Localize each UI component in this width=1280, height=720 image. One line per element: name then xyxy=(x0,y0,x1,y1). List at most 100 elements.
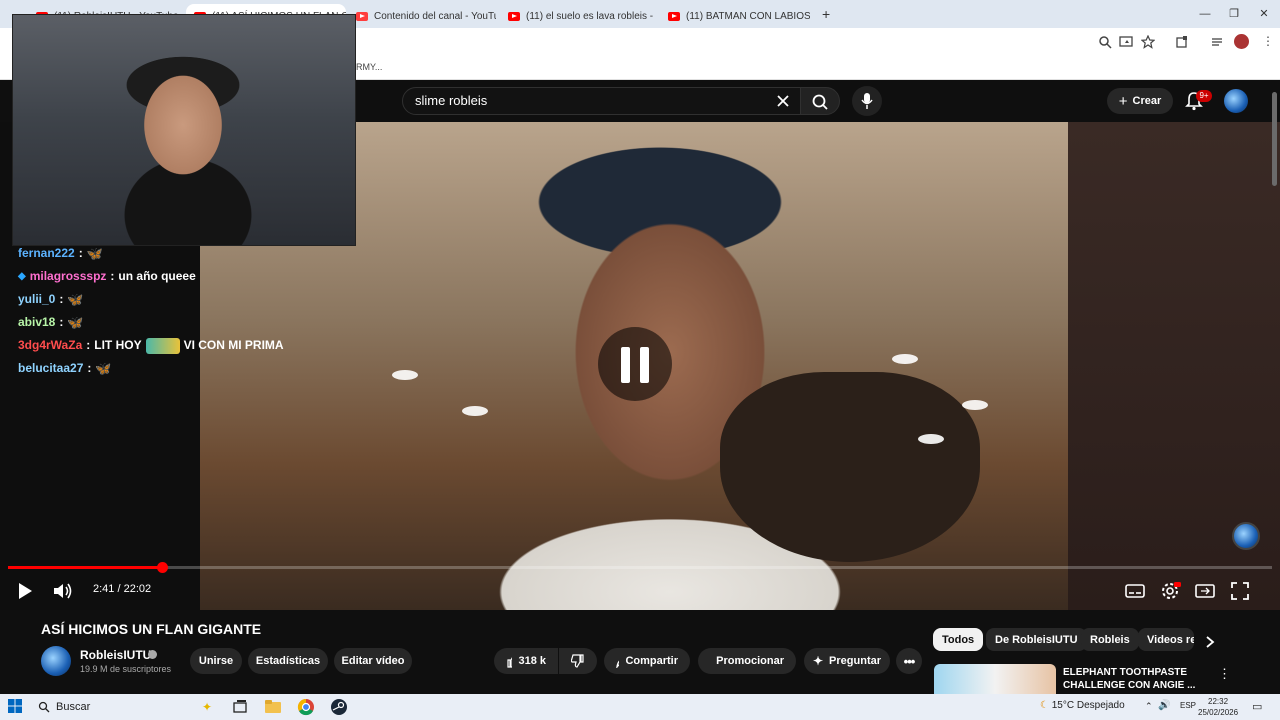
language-indicator[interactable]: ESP xyxy=(1180,701,1196,710)
volume-icon[interactable] xyxy=(51,580,73,602)
webcam-overlay xyxy=(12,14,356,246)
tab-studio[interactable]: Contenido del canal - YouTube ✕ xyxy=(348,4,496,28)
chrome-icon[interactable] xyxy=(296,697,316,717)
create-button[interactable]: + Crear xyxy=(1107,88,1173,114)
chip-todos[interactable]: Todos xyxy=(933,628,984,651)
butterfly-emote-icon: 🦋 xyxy=(67,292,84,307)
close-window-button[interactable]: ✕ xyxy=(1254,6,1274,22)
youtube-icon xyxy=(508,11,520,21)
bookmark-star-icon[interactable] xyxy=(1141,35,1155,49)
chip-channel[interactable]: De RobleisIUTU xyxy=(986,628,1087,651)
share-button[interactable]: Compartir xyxy=(604,648,690,674)
share-arrow-icon xyxy=(616,660,620,668)
reading-list-icon[interactable] xyxy=(1210,35,1224,49)
extensions-icon[interactable] xyxy=(1175,35,1189,49)
tab-lava[interactable]: (11) el suelo es lava robleis - YouTube … xyxy=(500,4,656,28)
chip-robleis[interactable]: Robleis xyxy=(1081,628,1139,651)
youtube-studio-icon xyxy=(356,11,368,21)
create-label: Crear xyxy=(1132,95,1162,107)
edit-video-label: Editar vídeo xyxy=(341,655,405,667)
steam-icon[interactable] xyxy=(329,697,349,717)
play-icon[interactable] xyxy=(14,580,36,602)
chat-text: LIT HOY xyxy=(94,338,142,352)
fullscreen-icon[interactable] xyxy=(1229,580,1251,602)
chat-message: ◆ milagrossspz : un año queee xyxy=(18,265,318,288)
progress-scrubber[interactable] xyxy=(156,562,168,573)
cube-badge-icon: ◆ xyxy=(18,271,26,282)
voice-search-button[interactable] xyxy=(852,86,882,116)
join-button[interactable]: Unirse xyxy=(190,648,242,674)
like-count: 318 k xyxy=(518,655,546,667)
more-horizontal-icon: ••• xyxy=(903,653,916,669)
theater-mode-icon[interactable] xyxy=(1194,580,1216,602)
taskbar-weather[interactable]: ☾ 15°C Despejado xyxy=(1040,700,1125,711)
weather-text: 15°C Despejado xyxy=(1051,700,1125,711)
clear-search-icon[interactable] xyxy=(776,94,790,108)
settings-gear-icon[interactable] xyxy=(1159,580,1181,602)
tab-title: (11) BATMAN CON LABIOS DE xyxy=(686,10,810,22)
recommendation-menu-icon[interactable]: ⋮ xyxy=(1218,666,1231,682)
verified-badge-icon xyxy=(148,650,157,659)
ask-button[interactable]: ✦ Preguntar xyxy=(804,648,890,674)
page-scrollbar[interactable] xyxy=(1272,92,1277,186)
notification-center-icon[interactable]: ▭ xyxy=(1252,700,1262,713)
tab-title: (11) el suelo es lava robleis - YouTube xyxy=(526,10,656,22)
restore-button[interactable]: ❐ xyxy=(1224,6,1244,22)
like-button[interactable]: 318 k xyxy=(494,648,558,674)
chat-message: 3dg4rWaZa : LIT HOY VI CON MI PRIMA xyxy=(18,334,318,357)
ceiling-light xyxy=(892,354,918,364)
dislike-button[interactable] xyxy=(559,648,597,674)
chat-message: yulii_0 : 🦋 xyxy=(18,288,318,311)
chat-username: 3dg4rWaZa xyxy=(18,338,83,352)
butterfly-emote-icon: 🦋 xyxy=(86,246,103,261)
emote-icon xyxy=(145,337,180,354)
channel-name[interactable]: RobleisIUTU xyxy=(80,648,151,662)
task-view-icon[interactable] xyxy=(230,697,250,717)
video-subject xyxy=(720,372,980,562)
search-icon xyxy=(38,701,50,713)
channel-avatar[interactable] xyxy=(41,646,71,676)
stats-label: Estadísticas xyxy=(255,655,321,667)
windows-start-icon[interactable] xyxy=(8,699,22,713)
pause-indicator-icon xyxy=(598,327,672,401)
taskbar-search[interactable]: Buscar ✦ xyxy=(32,696,212,718)
bookmark-item[interactable]: RMY... xyxy=(356,62,382,72)
new-tab-button[interactable]: + xyxy=(822,6,830,22)
progress-bar[interactable] xyxy=(8,566,1272,569)
search-button[interactable] xyxy=(800,87,840,115)
zoom-icon[interactable] xyxy=(1098,35,1112,49)
recommended-video-title[interactable]: ELEPHANT TOOTHPASTE CHALLENGE CON ANGIE … xyxy=(1063,666,1203,692)
taskbar-clock[interactable]: 22:32 25/02/2026 xyxy=(1198,696,1238,718)
file-explorer-icon[interactable] xyxy=(263,697,283,717)
recommended-video-thumbnail[interactable] xyxy=(934,664,1056,694)
channel-watermark-avatar[interactable] xyxy=(1232,522,1260,550)
youtube-icon xyxy=(668,11,680,21)
browser-menu-icon[interactable]: ⋮ xyxy=(1262,34,1274,48)
stats-button[interactable]: Estadísticas xyxy=(248,648,328,674)
chip-related[interactable]: Videos re xyxy=(1138,628,1194,651)
account-avatar[interactable] xyxy=(1224,89,1248,113)
sparkle-icon: ✦ xyxy=(812,654,824,668)
edit-video-button[interactable]: Editar vídeo xyxy=(334,648,412,674)
subtitles-icon[interactable] xyxy=(1124,580,1146,602)
join-label: Unirse xyxy=(198,655,234,667)
cast-icon[interactable] xyxy=(1119,35,1133,49)
butterfly-emote-icon: 🦋 xyxy=(67,315,84,330)
volume-tray-icon[interactable]: 🔊 xyxy=(1158,700,1170,711)
profile-avatar[interactable] xyxy=(1234,34,1249,49)
chat-username: milagrossspz xyxy=(29,269,107,283)
more-actions-button[interactable]: ••• xyxy=(896,648,922,674)
chat-username: yulii_0 xyxy=(18,292,56,306)
thumbs-down-icon xyxy=(571,654,584,668)
chevron-right-icon[interactable] xyxy=(1204,635,1216,649)
minimize-button[interactable]: — xyxy=(1195,6,1215,22)
tab-batman[interactable]: (11) BATMAN CON LABIOS DE ✕ xyxy=(660,4,810,28)
video-title: ASÍ HICIMOS UN FLAN GIGANTE xyxy=(41,621,262,637)
chat-username: abiv18 xyxy=(18,315,56,329)
chip-label: De RobleisIUTU xyxy=(995,633,1078,646)
search-icon xyxy=(812,94,828,110)
promote-button[interactable]: Promocionar xyxy=(698,648,796,674)
tray-chevron-icon[interactable]: ⌃ xyxy=(1145,701,1153,712)
ask-label: Preguntar xyxy=(829,655,882,667)
search-input[interactable]: slime robleis xyxy=(402,87,802,115)
